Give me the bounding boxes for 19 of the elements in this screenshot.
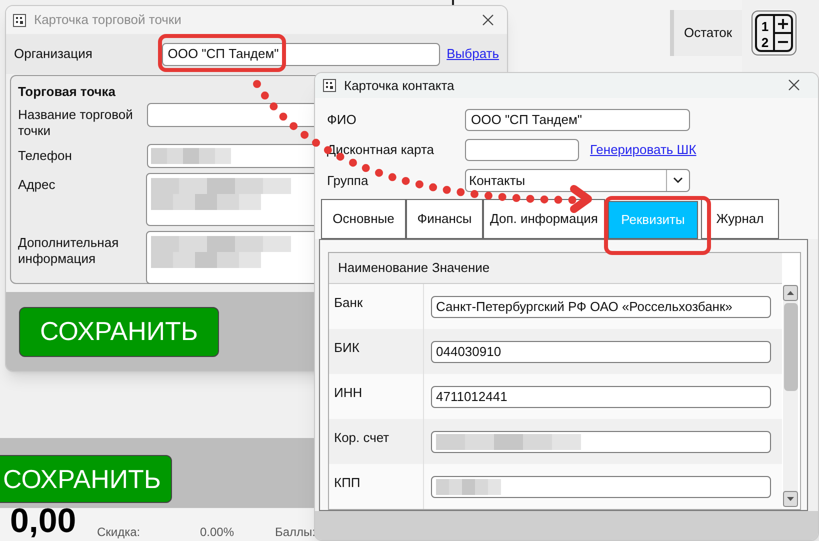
table-cell: КПП — [329, 464, 424, 509]
field-label: Название торговой точки — [18, 106, 134, 139]
field-label: Дополнительная информация — [18, 234, 120, 268]
column-header: Остаток — [670, 10, 742, 56]
window-title: Карточка контакта — [344, 76, 456, 95]
points-label: Баллы: — [275, 524, 316, 541]
discount-label: Скидка: — [97, 524, 140, 541]
field-label: Адрес — [18, 176, 56, 194]
column-header: Значение — [431, 259, 490, 278]
field-label: ФИО — [327, 111, 358, 130]
group-title: Торговая точка — [18, 83, 116, 98]
window-title: Карточка торговой точки — [34, 11, 182, 30]
dropdown-value: Контакты — [469, 172, 526, 190]
total-amount: 0,00 — [10, 504, 76, 538]
field-label: Группа — [327, 172, 370, 190]
field-label: Телефон — [18, 147, 73, 165]
discount-value: 0.00% — [200, 524, 234, 541]
field-label: Организация — [14, 45, 94, 64]
fraction-icon: 1 2 — [751, 10, 797, 56]
